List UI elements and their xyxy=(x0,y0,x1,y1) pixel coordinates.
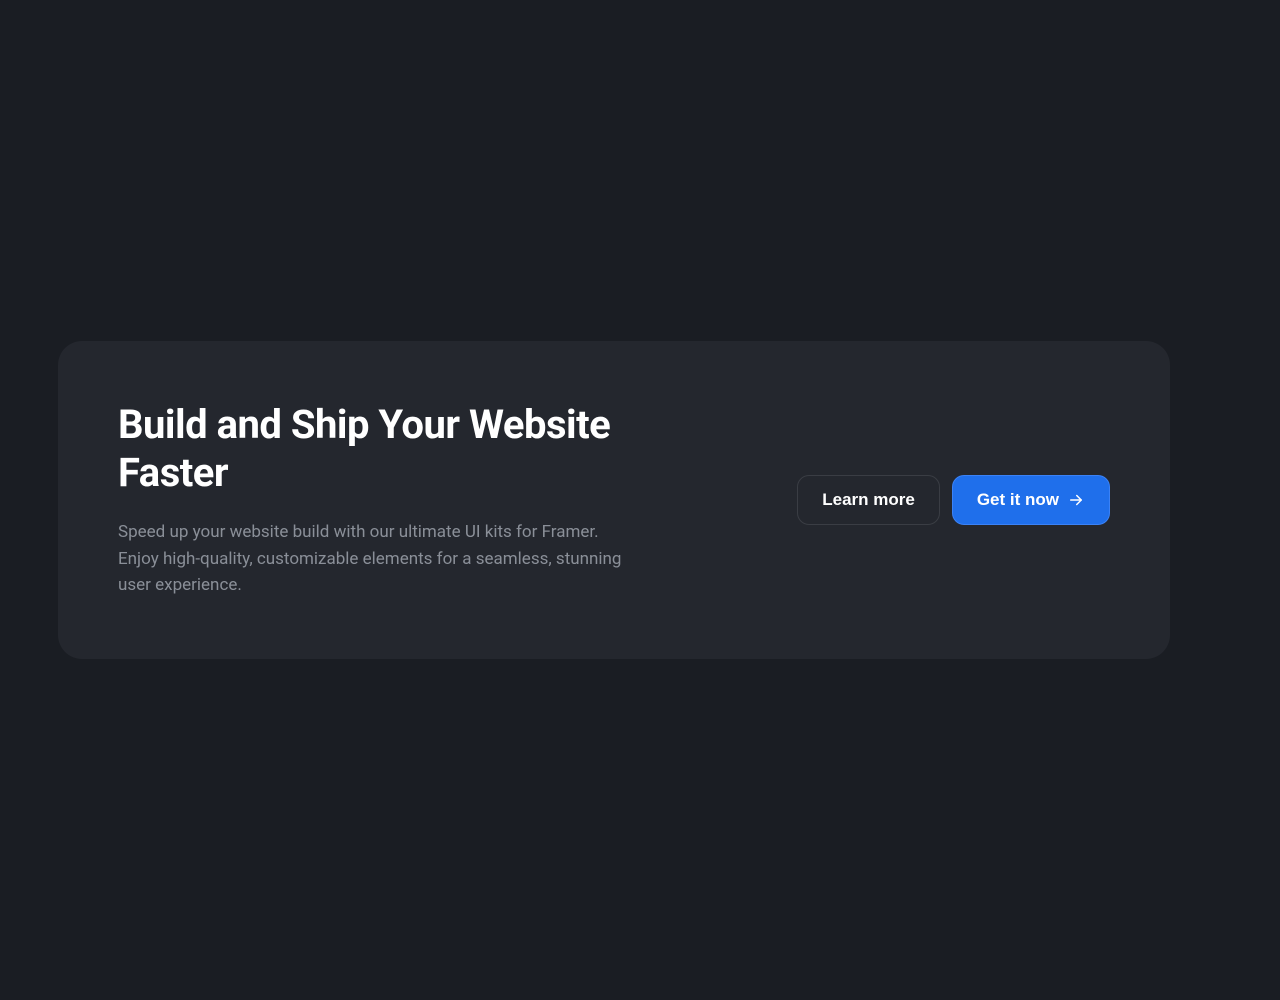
learn-more-label: Learn more xyxy=(822,490,915,510)
cta-content: Build and Ship Your Website Faster Speed… xyxy=(118,401,638,598)
cta-heading: Build and Ship Your Website Faster xyxy=(118,401,638,497)
learn-more-button[interactable]: Learn more xyxy=(797,475,940,525)
get-it-now-label: Get it now xyxy=(977,490,1059,510)
get-it-now-button[interactable]: Get it now xyxy=(952,475,1110,525)
cta-description: Speed up your website build with our ult… xyxy=(118,519,638,598)
cta-card: Build and Ship Your Website Faster Speed… xyxy=(58,341,1170,658)
arrow-right-icon xyxy=(1067,491,1085,509)
cta-actions: Learn more Get it now xyxy=(797,475,1110,525)
